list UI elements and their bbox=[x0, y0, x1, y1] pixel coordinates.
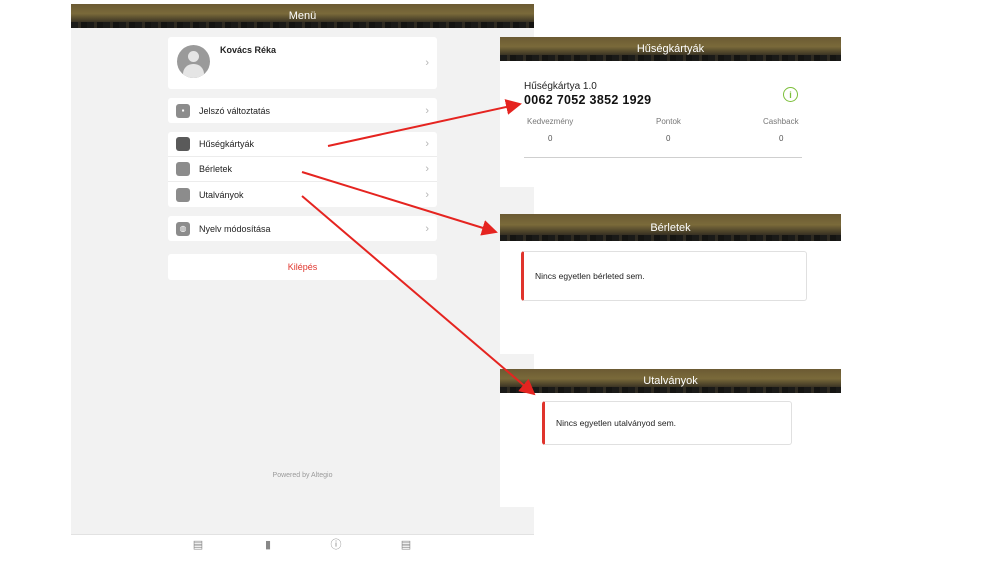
chevron-right-icon: › bbox=[425, 222, 429, 235]
menu-item-passes[interactable]: Bérletek › bbox=[168, 157, 437, 182]
vouchers-empty-message: Nincs egyetlen utalványod sem. bbox=[542, 401, 792, 445]
empty-text: Nincs egyetlen utalványod sem. bbox=[556, 418, 677, 428]
folder-icon bbox=[176, 187, 190, 202]
passes-title: Bérletek bbox=[650, 221, 691, 234]
screenshot-canvas: Menü Kovács Réka › ▪ Jelszó változtatás … bbox=[0, 0, 1000, 563]
bottom-tab-bar: ▤ ▮ ⓘ ▤ bbox=[71, 534, 534, 556]
menu-item-label: Nyelv módosítása bbox=[199, 223, 271, 234]
chevron-right-icon: › bbox=[425, 188, 429, 201]
cashback-label: Cashback bbox=[763, 117, 799, 126]
tab-profile-icon[interactable]: ▮ bbox=[261, 539, 275, 551]
user-name: Kovács Réka bbox=[220, 45, 277, 55]
cashback-value: 0 bbox=[779, 134, 784, 143]
discount-value: 0 bbox=[548, 134, 553, 143]
powered-by: Powered by Altegio bbox=[272, 472, 333, 479]
language-card: ◍ Nyelv módosítása › bbox=[168, 216, 437, 241]
menu-item-label: Utalványok bbox=[199, 189, 244, 200]
discount-label: Kedvezmény bbox=[527, 117, 574, 126]
profile-card[interactable]: Kovács Réka › bbox=[168, 37, 437, 89]
card-number: 0062 7052 3852 1929 bbox=[524, 93, 652, 107]
folder-icon bbox=[176, 137, 190, 151]
tab-menu-icon[interactable]: ▤ bbox=[399, 539, 413, 551]
menu-item-label: Jelszó változtatás bbox=[199, 105, 271, 116]
vouchers-header: Utalványok bbox=[500, 369, 841, 393]
chevron-right-icon: › bbox=[425, 57, 429, 69]
globe-icon: ◍ bbox=[176, 221, 190, 236]
empty-text: Nincs egyetlen bérleted sem. bbox=[535, 271, 645, 281]
passes-empty-message: Nincs egyetlen bérleted sem. bbox=[521, 251, 807, 301]
points-value: 0 bbox=[666, 134, 671, 143]
divider bbox=[524, 157, 802, 158]
menu-item-password[interactable]: ▪ Jelszó változtatás › bbox=[168, 98, 437, 123]
vouchers-title: Utalványok bbox=[643, 375, 698, 387]
wallet-card: Hűségkártyák › Bérletek › Utalványok › bbox=[168, 132, 437, 207]
loyalty-header: Hűségkártyák bbox=[500, 37, 841, 61]
folder-icon bbox=[176, 162, 190, 176]
menu-item-label: Bérletek bbox=[199, 164, 233, 174]
passes-header: Bérletek bbox=[500, 214, 841, 241]
logout-button[interactable]: Kilépés bbox=[168, 254, 437, 280]
menu-title: Menü bbox=[288, 10, 317, 22]
menu-item-loyalty-cards[interactable]: Hűségkártyák › bbox=[168, 132, 437, 157]
info-icon[interactable]: i bbox=[783, 87, 798, 102]
tab-info-icon[interactable]: ⓘ bbox=[329, 539, 343, 551]
chevron-right-icon: › bbox=[425, 163, 429, 175]
passes-screen: Bérletek Nincs egyetlen bérleted sem. bbox=[500, 214, 841, 354]
password-card: ▪ Jelszó változtatás › bbox=[168, 98, 437, 123]
menu-screen: Menü Kovács Réka › ▪ Jelszó változtatás … bbox=[71, 4, 534, 556]
loyalty-cards-screen: Hűségkártyák Hűségkártya 1.0 0062 7052 3… bbox=[500, 37, 841, 187]
vouchers-screen: Utalványok Nincs egyetlen utalványod sem… bbox=[500, 369, 841, 507]
lock-icon: ▪ bbox=[176, 103, 190, 118]
chevron-right-icon: › bbox=[425, 138, 429, 150]
loyalty-title: Hűségkártyák bbox=[636, 43, 705, 55]
chevron-right-icon: › bbox=[425, 104, 429, 117]
menu-header: Menü bbox=[71, 4, 534, 28]
menu-item-label: Hűségkártyák bbox=[199, 139, 255, 149]
points-label: Pontok bbox=[656, 117, 681, 126]
menu-item-vouchers[interactable]: Utalványok › bbox=[168, 182, 437, 207]
menu-item-language[interactable]: ◍ Nyelv módosítása › bbox=[168, 216, 437, 241]
avatar bbox=[177, 45, 210, 78]
tab-bookings-icon[interactable]: ▤ bbox=[191, 539, 205, 551]
card-name: Hűségkártya 1.0 bbox=[524, 81, 597, 92]
